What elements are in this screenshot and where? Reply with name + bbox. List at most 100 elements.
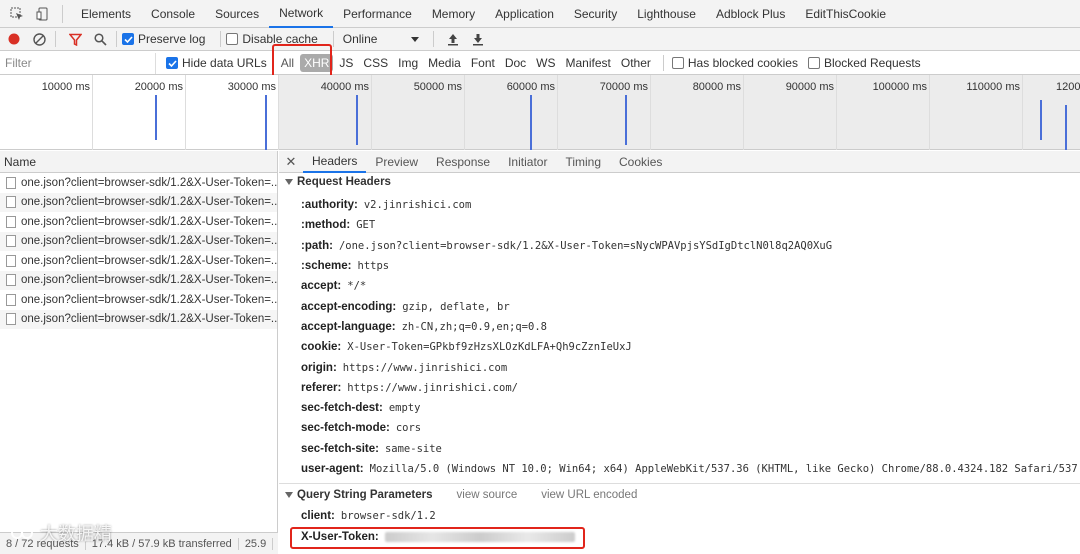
request-row[interactable]: one.json?client=browser-sdk/1.2&X-User-T… [0,173,277,193]
throttling-select[interactable]: Online [339,32,420,46]
filter-type-js[interactable]: JS [335,54,357,72]
document-icon [6,196,16,209]
filter-type-manifest[interactable]: Manifest [562,54,615,72]
tab-network[interactable]: Network [269,0,334,28]
header-row: sec-fetch-dest: empty [279,398,1080,418]
timeline-label: 20000 ms [134,81,183,93]
tab-memory[interactable]: Memory [422,0,485,28]
blocked-requests-checkbox[interactable]: Blocked Requests [807,56,921,70]
preserve-log-checkbox[interactable]: Preserve log [122,32,205,46]
tab-console[interactable]: Console [141,0,205,28]
hide-data-urls-checkbox[interactable]: Hide data URLs [166,56,267,70]
document-icon [6,254,16,267]
timeline-request-mark [265,95,267,150]
view-source-link[interactable]: view source [457,489,518,501]
request-row[interactable]: one.json?client=browser-sdk/1.2&X-User-T… [0,309,277,329]
network-overview-timeline[interactable]: 10000 ms 20000 ms 30000 ms 40000 ms 50000 ms… [0,75,1080,150]
throttling-value: Online [342,32,378,46]
request-row[interactable]: one.json?client=browser-sdk/1.2&X-User-T… [0,212,277,232]
detail-tab-bar: ✕ Headers Preview Response Initiator Timing C… [279,151,1080,173]
header-row: cookie: X-User-Token=GPkbf9zHzsXLOzKdLFA+… [279,337,1080,357]
header-value: GET [356,219,376,232]
document-icon [6,176,16,189]
export-har-icon[interactable] [467,28,489,50]
detail-tab-preview[interactable]: Preview [366,151,427,173]
header-row: :scheme: https [279,256,1080,276]
filter-type-ws[interactable]: WS [532,54,559,72]
header-key: sec-fetch-site: [301,442,379,455]
timeline-label: 12000 [1056,81,1080,93]
filter-type-media[interactable]: Media [424,54,465,72]
timeline-label: 100000 ms [872,81,927,93]
filter-icon[interactable] [64,28,86,50]
header-key: client: [301,510,335,523]
tab-elements[interactable]: Elements [71,0,141,28]
header-value: zh-CN,zh;q=0.9,en;q=0.8 [401,320,547,333]
request-row[interactable]: one.json?client=browser-sdk/1.2&X-User-T… [0,231,277,251]
triangle-down-icon [285,179,293,185]
tab-application[interactable]: Application [485,0,564,28]
filter-type-css[interactable]: CSS [359,54,392,72]
header-row: accept: */* [279,276,1080,296]
detail-tab-headers[interactable]: Headers [303,151,367,173]
header-key: origin: [301,361,337,374]
header-row: accept-encoding: gzip, deflate, br [279,296,1080,316]
header-row: sec-fetch-site: same-site [279,439,1080,459]
tab-security[interactable]: Security [564,0,627,28]
timeline-gridline [1022,75,1023,150]
query-string-title[interactable]: Query String Parameters [297,489,433,501]
search-icon[interactable] [89,28,111,50]
header-row: client: browser-sdk/1.2 [279,506,1080,526]
tab-sources[interactable]: Sources [205,0,269,28]
close-icon[interactable]: ✕ [279,154,303,170]
tab-editthiscookie[interactable]: EditThisCookie [795,0,896,28]
header-value: https [357,260,390,273]
clear-icon[interactable] [28,28,50,50]
view-url-encoded-link[interactable]: view URL encoded [541,489,637,501]
timeline-label: 80000 ms [692,81,741,93]
header-key: user-agent: [301,463,364,475]
network-toolbar: Preserve log Disable cache Online [0,28,1080,51]
document-icon [6,274,16,287]
filter-type-other[interactable]: Other [617,54,655,72]
filter-input[interactable]: Filter [0,52,156,74]
detail-tab-initiator[interactable]: Initiator [499,151,556,173]
header-value: https://www.jinrishici.com [342,361,508,374]
inspect-element-icon[interactable] [8,5,26,23]
request-row[interactable]: one.json?client=browser-sdk/1.2&X-User-T… [0,270,277,290]
detail-tab-timing[interactable]: Timing [556,151,610,173]
request-row[interactable]: one.json?client=browser-sdk/1.2&X-User-T… [0,251,277,271]
tab-adblock-plus[interactable]: Adblock Plus [706,0,795,28]
watermark: 大数据精 [10,520,112,546]
header-key: :authority: [301,199,358,212]
name-column-header[interactable]: Name [0,151,277,173]
tab-lighthouse[interactable]: Lighthouse [627,0,706,28]
tab-performance[interactable]: Performance [333,0,422,28]
toolbar-separator [55,31,56,47]
detail-tab-response[interactable]: Response [427,151,499,173]
filter-type-doc[interactable]: Doc [501,54,530,72]
filter-type-font[interactable]: Font [467,54,499,72]
request-headers-section[interactable]: Request Headers [279,173,1080,191]
toolbar-separator [433,31,435,47]
detail-tab-cookies[interactable]: Cookies [610,151,671,173]
tab-separator [62,4,63,23]
device-toolbar-icon[interactable] [34,5,52,23]
request-name: one.json?client=browser-sdk/1.2&X-User-T… [21,254,277,267]
import-har-icon[interactable] [442,28,464,50]
header-value: empty [388,402,421,415]
header-key: accept-encoding: [301,300,397,313]
header-value: Mozilla/5.0 (Windows NT 10.0; Win64; x64… [369,463,1080,475]
has-blocked-cookies-checkbox[interactable]: Has blocked cookies [671,56,798,70]
request-row[interactable]: one.json?client=browser-sdk/1.2&X-User-T… [0,192,277,212]
request-list-pane: Name one.json?client=browser-sdk/1.2&X-U… [0,151,278,554]
record-icon[interactable] [3,28,25,50]
checkbox-unchecked-icon [226,33,239,45]
header-key: accept-language: [301,320,396,333]
filter-type-img[interactable]: Img [394,54,422,72]
toolbar-separator [220,31,222,47]
header-key: referer: [301,381,342,394]
header-value: /one.json?client=browser-sdk/1.2&X-User-… [338,239,833,252]
chevron-down-icon [411,32,420,46]
request-row[interactable]: one.json?client=browser-sdk/1.2&X-User-T… [0,290,277,310]
